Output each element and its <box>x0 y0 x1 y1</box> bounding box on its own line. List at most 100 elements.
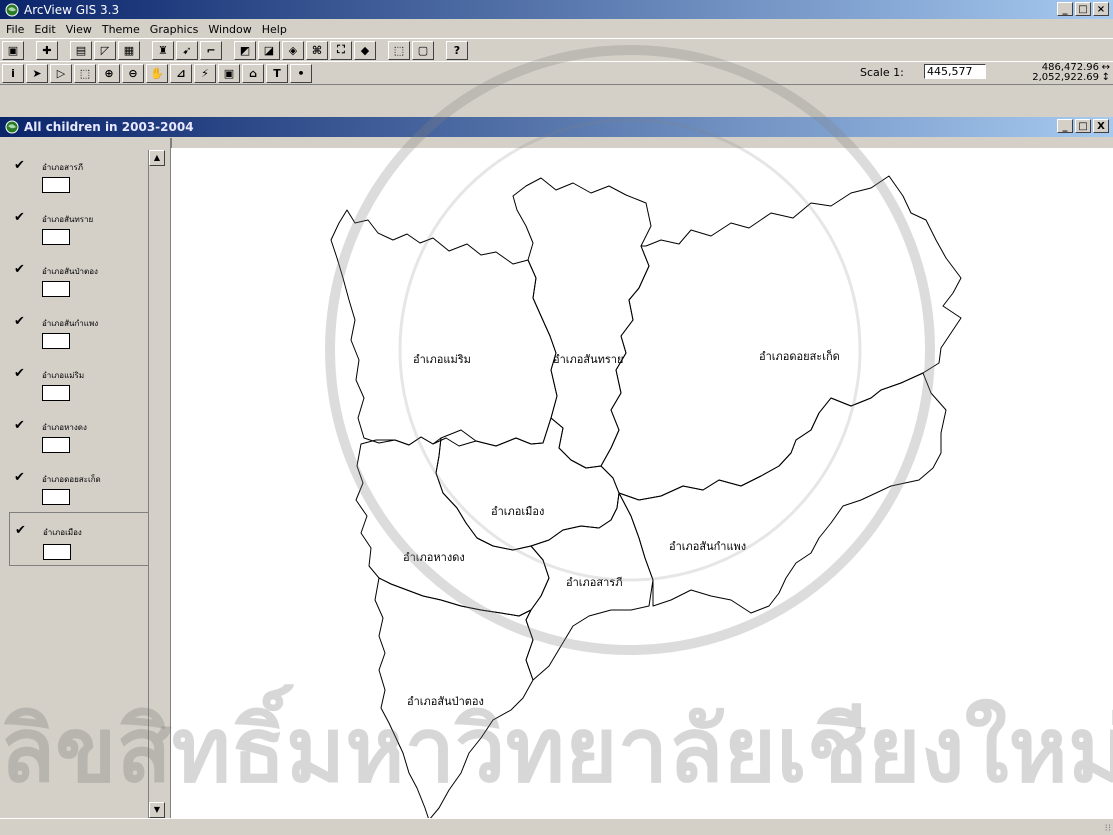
legend-item-san-pa-tong[interactable]: ✔ อำเภอสันป่าตอง <box>12 262 146 314</box>
legend-item-hang-dong[interactable]: ✔ อำเภอหางดง <box>12 418 146 470</box>
select-features-icon[interactable]: ⬚ <box>388 40 410 60</box>
legend-item-mueang[interactable]: ✔ อำเภอเมือง <box>9 512 151 566</box>
query-builder-icon[interactable]: ⌐ <box>200 40 222 60</box>
add-theme-icon[interactable]: ✚ <box>36 40 58 60</box>
legend-swatch <box>42 177 70 193</box>
close-icon[interactable]: × <box>1093 2 1109 16</box>
legend-swatch <box>43 544 71 560</box>
district-san-kamphaeng <box>618 372 947 614</box>
zoom-full-extent-icon[interactable]: ◩ <box>234 40 256 60</box>
pan-hand-icon[interactable]: ✋ <box>146 63 168 83</box>
label-icon[interactable]: ⌂ <box>242 63 264 83</box>
map-label-san-sai: อำเภอสันทราย <box>553 353 623 366</box>
view-close-icon[interactable]: X <box>1093 119 1109 133</box>
zoom-out-fixed-icon[interactable]: ⛶ <box>330 40 352 60</box>
pointer-icon[interactable]: ➤ <box>26 63 48 83</box>
scroll-down-icon[interactable]: ▼ <box>149 802 165 818</box>
maximize-icon[interactable]: □ <box>1075 2 1091 16</box>
legend-label: อำเภอเมือง <box>43 528 82 537</box>
save-icon[interactable]: ▣ <box>2 40 24 60</box>
scale-label: Scale 1: <box>860 66 904 79</box>
menu-edit[interactable]: Edit <box>34 23 55 36</box>
district-mae-rim <box>330 209 558 447</box>
zoom-in-fixed-icon[interactable]: ⌘ <box>306 40 328 60</box>
zoom-active-themes-icon[interactable]: ◪ <box>258 40 280 60</box>
draw-point-icon[interactable]: • <box>290 63 312 83</box>
legend-label: อำเภอสันป่าตอง <box>42 267 98 276</box>
measure-icon[interactable]: ⊿ <box>170 63 192 83</box>
zoom-in-icon[interactable]: ⊕ <box>98 63 120 83</box>
zoom-selected-icon[interactable]: ◈ <box>282 40 304 60</box>
edit-legend-icon[interactable]: ◸ <box>94 40 116 60</box>
district-mueang <box>435 417 620 551</box>
map-label-doi-saket: อำเภอดอยสะเก็ด <box>759 349 840 363</box>
legend-swatch <box>42 333 70 349</box>
legend-swatch <box>42 437 70 453</box>
district-map[interactable]: อำเภอแม่ริม อำเภอสันทราย อำเภอดอยสะเก็ด … <box>171 148 1113 821</box>
area-of-interest-icon[interactable]: ▣ <box>218 63 240 83</box>
checkmark-icon[interactable]: ✔ <box>14 314 25 329</box>
menu-view[interactable]: View <box>66 23 92 36</box>
menu-bar: File Edit View Theme Graphics Window Hel… <box>0 20 1113 38</box>
legend-label: อำเภอดอยสะเก็ด <box>42 475 101 484</box>
menu-help[interactable]: Help <box>262 23 287 36</box>
view-maximize-icon[interactable]: □ <box>1075 119 1091 133</box>
checkmark-icon[interactable]: ✔ <box>15 523 26 538</box>
resize-grip-icon[interactable]: ⁝⁝ <box>1105 823 1111 834</box>
map-label-san-pa-tong: อำเภอสันป่าตอง <box>407 695 484 708</box>
coordinate-arrows-icon: ↔ ↕ <box>1101 62 1110 83</box>
locate-address-icon[interactable]: ➹ <box>176 40 198 60</box>
legend-item-mae-rim[interactable]: ✔ อำเภอแม่ริม <box>12 366 146 418</box>
checkmark-icon[interactable]: ✔ <box>14 210 25 225</box>
find-icon[interactable]: ♜ <box>152 40 174 60</box>
legend-label: อำเภอสันทราย <box>42 215 94 224</box>
map-label-hang-dong: อำเภอหางดง <box>403 551 465 564</box>
legend-item-san-sai[interactable]: ✔ อำเภอสันทราย <box>12 210 146 262</box>
arcview-globe-icon <box>5 3 19 16</box>
checkmark-icon[interactable]: ✔ <box>14 158 25 173</box>
legend-label: อำเภอแม่ริม <box>42 371 85 380</box>
open-table-icon[interactable]: ▦ <box>118 40 140 60</box>
scale-input[interactable]: 445,577 <box>924 64 986 79</box>
zoom-out-icon[interactable]: ⊖ <box>122 63 144 83</box>
vertex-edit-icon[interactable]: ▷ <box>50 63 72 83</box>
map-label-saraphi: อำเภอสารภี <box>566 576 622 589</box>
view-title: All children in 2003-2004 <box>24 120 194 134</box>
coord-y: 2,052,922.69 <box>1032 72 1099 83</box>
tool-bar: i ➤ ▷ ⬚ ⊕ ⊖ ✋ ⊿ ⚡ ▣ ⌂ T • Scale 1: 445,5… <box>0 61 1113 85</box>
map-display[interactable]: อำเภอแม่ริม อำเภอสันทราย อำเภอดอยสะเก็ด … <box>171 148 1113 821</box>
legend-item-san-kamphaeng[interactable]: ✔ อำเภอสันกำแพง <box>12 314 146 366</box>
checkmark-icon[interactable]: ✔ <box>14 366 25 381</box>
select-graphics-icon[interactable]: ⬚ <box>74 63 96 83</box>
text-tool-icon[interactable]: T <box>266 63 288 83</box>
hotlink-icon[interactable]: ⚡ <box>194 63 216 83</box>
scroll-up-icon[interactable]: ▲ <box>149 150 165 166</box>
identify-icon[interactable]: i <box>2 63 24 83</box>
help-icon[interactable]: ? <box>446 40 468 60</box>
menu-file[interactable]: File <box>6 23 24 36</box>
status-bar: ⁝⁝ <box>0 818 1113 835</box>
legend-label: อำเภอหางดง <box>42 423 87 432</box>
legend-swatch <box>42 489 70 505</box>
map-label-mae-rim: อำเภอแม่ริม <box>413 353 471 366</box>
toc-scrollbar[interactable]: ▲ ▼ <box>148 150 165 818</box>
app-title-bar: ArcView GIS 3.3 _ □ × <box>0 0 1113 19</box>
checkmark-icon[interactable]: ✔ <box>14 470 25 485</box>
view-minimize-icon[interactable]: _ <box>1057 119 1073 133</box>
menu-window[interactable]: Window <box>208 23 251 36</box>
checkmark-icon[interactable]: ✔ <box>14 418 25 433</box>
zoom-previous-icon[interactable]: ◆ <box>354 40 376 60</box>
legend-label: อำเภอสารภี <box>42 163 84 172</box>
view-globe-icon <box>5 120 19 134</box>
checkmark-icon[interactable]: ✔ <box>14 262 25 277</box>
minimize-icon[interactable]: _ <box>1057 2 1073 16</box>
menu-graphics[interactable]: Graphics <box>150 23 199 36</box>
legend-swatch <box>42 229 70 245</box>
app-title: ArcView GIS 3.3 <box>24 2 120 17</box>
clear-selection-icon[interactable]: ▢ <box>412 40 434 60</box>
legend-item-saraphi[interactable]: ✔ อำเภอสารภี <box>12 158 146 210</box>
theme-properties-icon[interactable]: ▤ <box>70 40 92 60</box>
legend-label: อำเภอสันกำแพง <box>42 319 99 328</box>
menu-theme[interactable]: Theme <box>102 23 140 36</box>
table-of-contents: ✔ อำเภอสารภี ✔ อำเภอสันทราย ✔ อำเภอสันป่… <box>0 138 172 818</box>
